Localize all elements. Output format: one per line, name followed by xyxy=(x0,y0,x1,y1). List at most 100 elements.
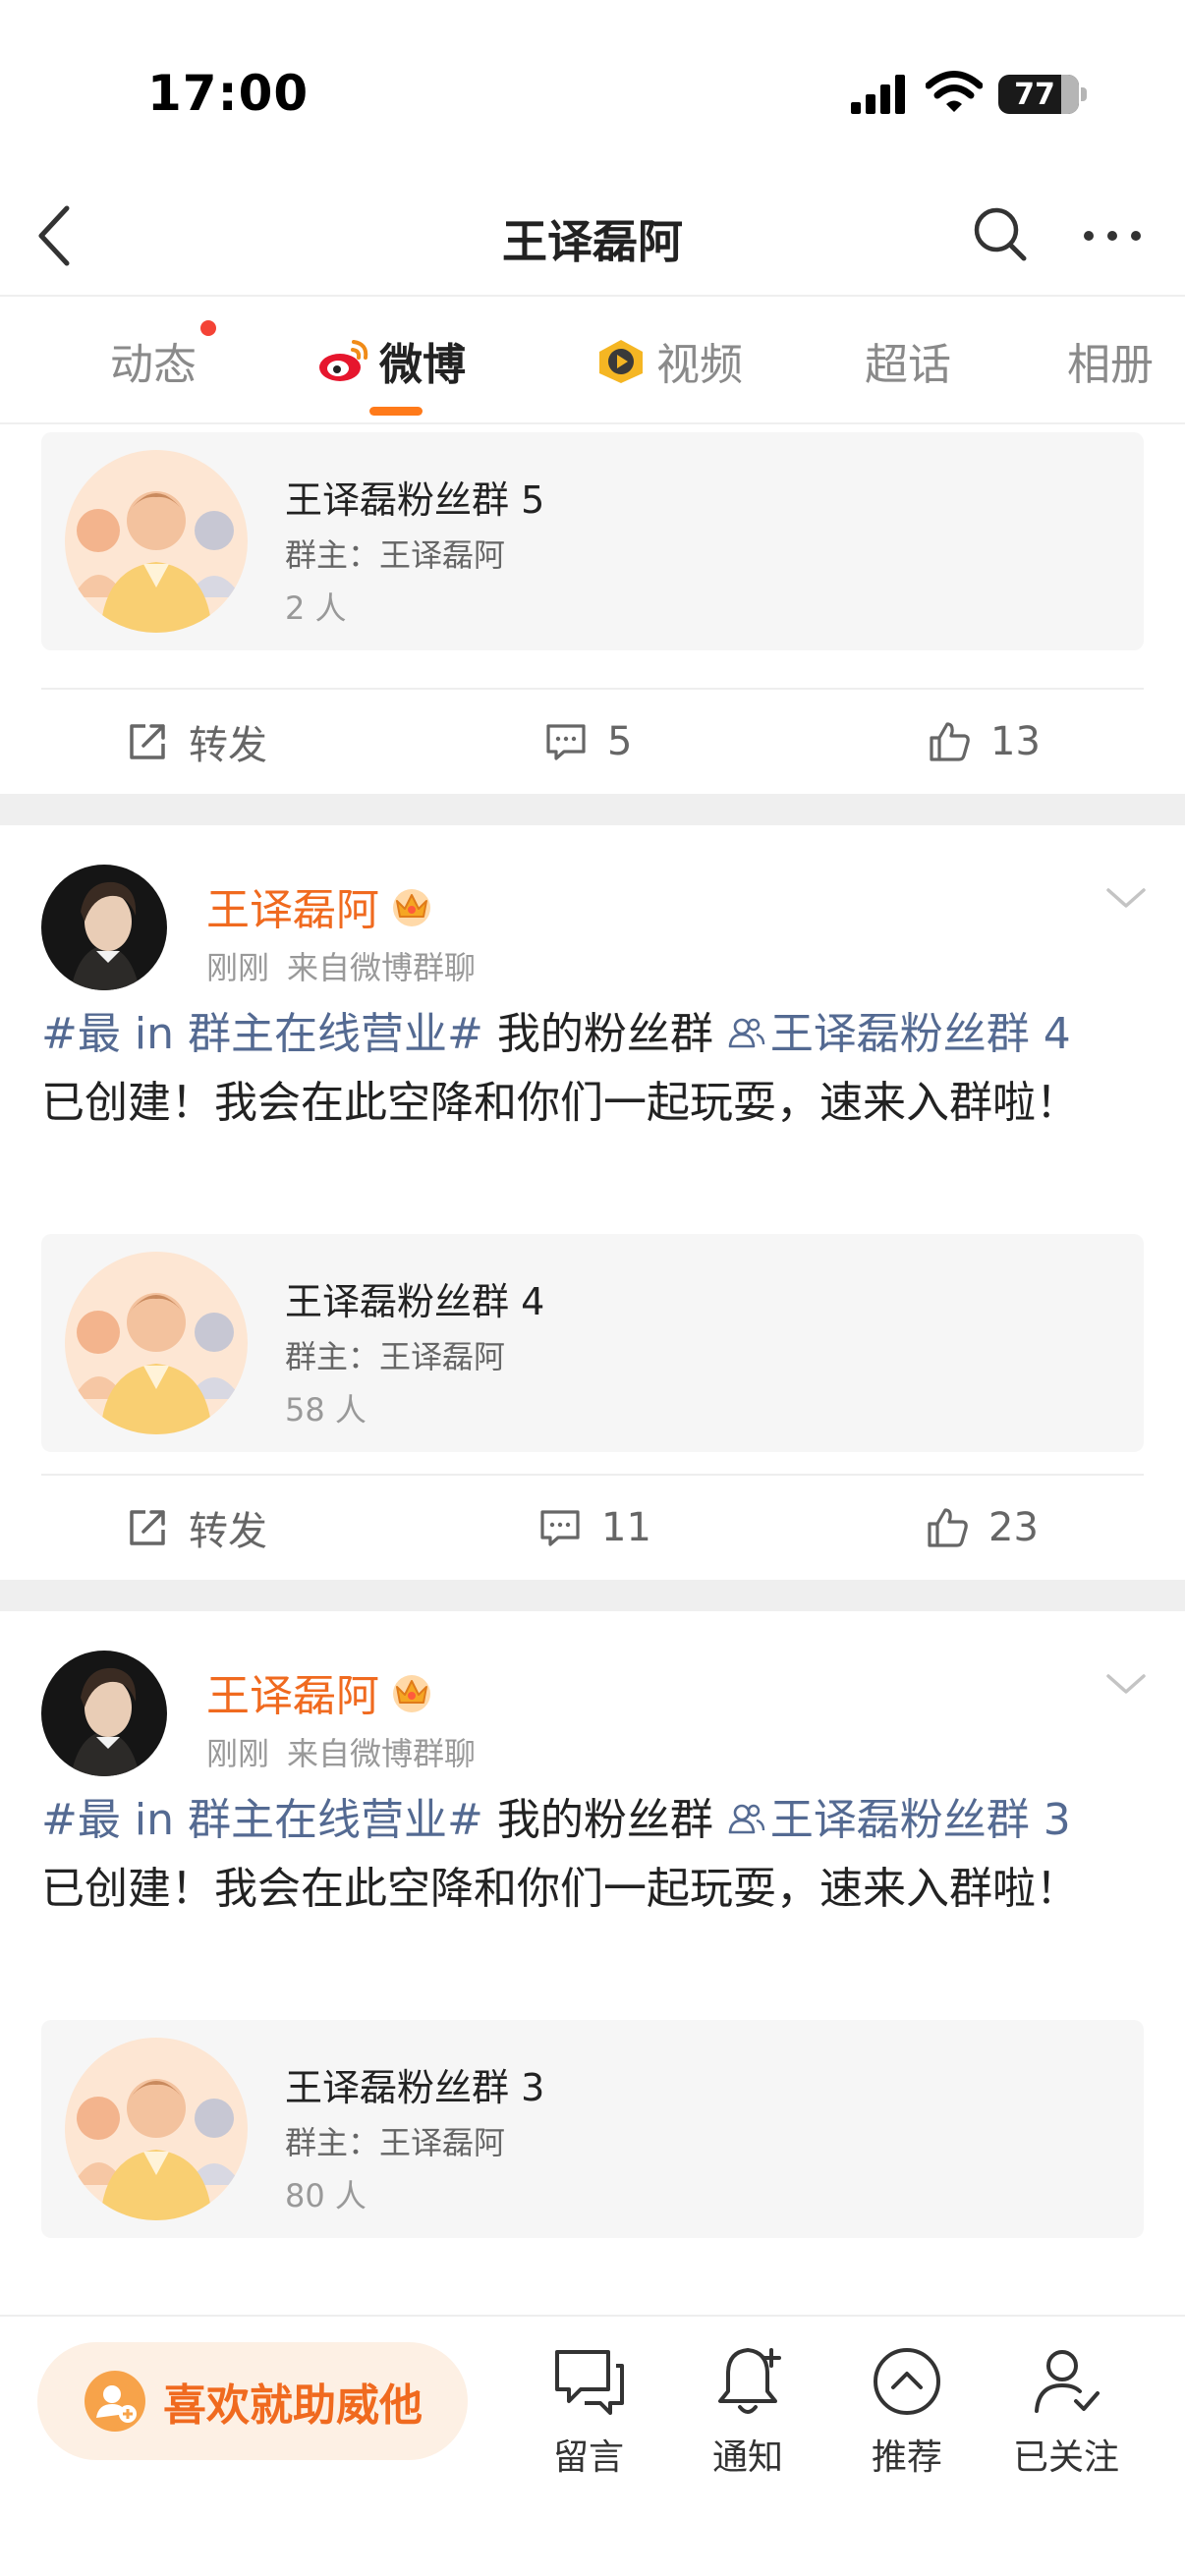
bottom-action-bar: 喜欢就助威他 留言 通知 推荐 已关注 xyxy=(0,2315,1185,2576)
following-button[interactable]: 已关注 xyxy=(992,2340,1140,2480)
post-text-part: 已创建！我会在此空降和你们一起玩耍，速来入群啦！ xyxy=(41,1864,1079,1914)
chevron-down-icon[interactable] xyxy=(1104,1670,1148,1698)
tab-super-topic[interactable]: 超话 xyxy=(865,297,951,424)
comment-icon xyxy=(536,1504,584,1551)
tab-label: 微博 xyxy=(379,340,466,390)
search-icon[interactable] xyxy=(971,202,1030,267)
crown-badge-icon xyxy=(389,883,434,928)
group-avatar xyxy=(65,450,248,633)
group-name: 王译磊粉丝群 5 xyxy=(285,478,545,522)
group-card[interactable]: 王译磊粉丝群 5 群主：王译磊阿 2 人 xyxy=(41,432,1144,650)
group-owner: 群主：王译磊阿 xyxy=(285,2124,506,2161)
chevron-down-icon[interactable] xyxy=(1104,884,1148,912)
like-button[interactable]: 13 xyxy=(926,690,1041,794)
post-divider xyxy=(0,794,1185,825)
thumbs-up-icon xyxy=(924,1504,971,1551)
group-icon xyxy=(727,1799,766,1838)
repost-label: 转发 xyxy=(189,723,267,768)
post-text: #最 in 群主在线营业# 我的粉丝群 王译磊粉丝群 3 已创建！我会在此空降和你… xyxy=(0,1786,1185,2020)
post-meta: 刚刚 来自微博群聊 xyxy=(206,1729,476,1774)
group-owner: 群主：王译磊阿 xyxy=(285,536,506,574)
more-icon[interactable] xyxy=(1081,206,1144,265)
topic-link[interactable]: #最 in 群主在线营业# xyxy=(41,1795,483,1845)
crown-badge-icon xyxy=(389,1669,434,1714)
group-name: 王译磊粉丝群 3 xyxy=(285,2066,545,2109)
share-icon xyxy=(124,718,171,765)
post-text-part: 已创建！我会在此空降和你们一起玩耍，速来入群啦！ xyxy=(41,1078,1079,1128)
post: 王译磊阿 刚刚 来自微博群聊 #最 in 群主在线营业# 我的粉丝群 王译磊粉丝群… xyxy=(0,1611,1185,2238)
group-link[interactable]: 王译磊粉丝群 3 xyxy=(727,1795,1071,1845)
tab-label: 视频 xyxy=(656,340,743,390)
post-actions: 转发 5 13 xyxy=(41,688,1144,794)
comment-button[interactable]: 11 xyxy=(536,1476,651,1580)
message-label: 留言 xyxy=(552,2437,624,2478)
support-label: 喜欢就助威他 xyxy=(163,2380,423,2431)
comment-count: 11 xyxy=(601,1505,651,1550)
post-text-part: 我的粉丝群 xyxy=(482,1795,727,1845)
post: 王译磊阿 刚刚 来自微博群聊 #最 in 群主在线营业# 我的粉丝群 王译磊粉丝群… xyxy=(0,825,1185,1580)
author-name-text: 王译磊阿 xyxy=(206,885,379,935)
tab-label: 动态 xyxy=(110,340,197,390)
post-source: 来自微博群聊 xyxy=(287,1735,477,1772)
post-text-part: 我的粉丝群 xyxy=(482,1009,727,1059)
author-name[interactable]: 王译磊阿 xyxy=(206,1660,434,1723)
tab-label: 超话 xyxy=(865,340,951,390)
avatar[interactable] xyxy=(41,1651,167,1776)
message-icon xyxy=(555,2350,624,2415)
post-source: 来自微博群聊 xyxy=(287,949,477,986)
like-count: 23 xyxy=(988,1505,1039,1550)
status-time: 17:00 xyxy=(147,65,310,122)
group-member-count: 58 人 xyxy=(285,1391,367,1428)
like-button[interactable]: 23 xyxy=(924,1476,1039,1580)
repost-button[interactable]: 转发 xyxy=(124,690,267,794)
group-avatar xyxy=(65,1252,248,1434)
post-meta: 刚刚 来自微博群聊 xyxy=(206,943,476,988)
tab-weibo[interactable]: 微博 xyxy=(316,297,466,424)
notify-label: 通知 xyxy=(711,2437,783,2478)
post-time: 刚刚 xyxy=(206,949,270,986)
group-icon xyxy=(727,1013,766,1052)
author-name[interactable]: 王译磊阿 xyxy=(206,874,434,937)
feed[interactable]: 王译磊粉丝群 5 群主：王译磊阿 2 人 转发 5 13 王译磊阿 刚刚 来自微… xyxy=(0,424,1185,2319)
comment-count: 5 xyxy=(607,719,633,764)
support-button[interactable]: 喜欢就助威他 xyxy=(37,2342,468,2460)
post-divider xyxy=(0,1580,1185,1611)
tab-video[interactable]: 视频 xyxy=(593,297,743,424)
wifi-icon xyxy=(926,71,983,112)
tab-label: 相册 xyxy=(1067,340,1154,390)
post: 王译磊粉丝群 5 群主：王译磊阿 2 人 转发 5 13 xyxy=(0,432,1185,794)
group-member-count: 2 人 xyxy=(285,589,347,627)
group-avatar xyxy=(65,2038,248,2220)
tab-album[interactable]: 相册 xyxy=(1067,297,1154,424)
user-check-icon xyxy=(1035,2350,1100,2413)
group-link[interactable]: 王译磊粉丝群 4 xyxy=(727,1009,1071,1059)
group-link-text: 王译磊粉丝群 3 xyxy=(769,1795,1071,1845)
battery-icon: 77 xyxy=(998,75,1079,114)
group-card[interactable]: 王译磊粉丝群 4 群主：王译磊阿 58 人 xyxy=(41,1234,1144,1452)
avatar[interactable] xyxy=(41,865,167,990)
active-tab-indicator xyxy=(369,407,423,416)
author-name-text: 王译磊阿 xyxy=(206,1671,379,1721)
recommend-label: 推荐 xyxy=(871,2437,942,2478)
group-card[interactable]: 王译磊粉丝群 3 群主：王译磊阿 80 人 xyxy=(41,2020,1144,2238)
recommend-button[interactable]: 推荐 xyxy=(833,2340,981,2480)
topic-link[interactable]: #最 in 群主在线营业# xyxy=(41,1009,483,1059)
group-member-count: 80 人 xyxy=(285,2177,367,2214)
notify-button[interactable]: 通知 xyxy=(674,2340,821,2480)
following-label: 已关注 xyxy=(1012,2437,1119,2478)
repost-button[interactable]: 转发 xyxy=(124,1476,267,1580)
weibo-logo-icon xyxy=(319,340,368,381)
group-owner: 群主：王译磊阿 xyxy=(285,1338,506,1375)
nav-bar: 王译磊阿 xyxy=(0,177,1185,297)
like-count: 13 xyxy=(990,719,1041,764)
status-bar: 17:00 77 xyxy=(0,0,1185,177)
comment-button[interactable]: 5 xyxy=(542,690,632,794)
battery-level: 77 xyxy=(1014,78,1055,112)
comment-icon xyxy=(542,718,590,765)
repost-label: 转发 xyxy=(189,1509,267,1554)
tab-feed[interactable]: 动态 xyxy=(110,297,216,424)
post-time: 刚刚 xyxy=(206,1735,270,1772)
message-button[interactable]: 留言 xyxy=(515,2340,662,2480)
signal-icon xyxy=(851,75,905,114)
chevron-up-circle-icon xyxy=(874,2348,940,2415)
